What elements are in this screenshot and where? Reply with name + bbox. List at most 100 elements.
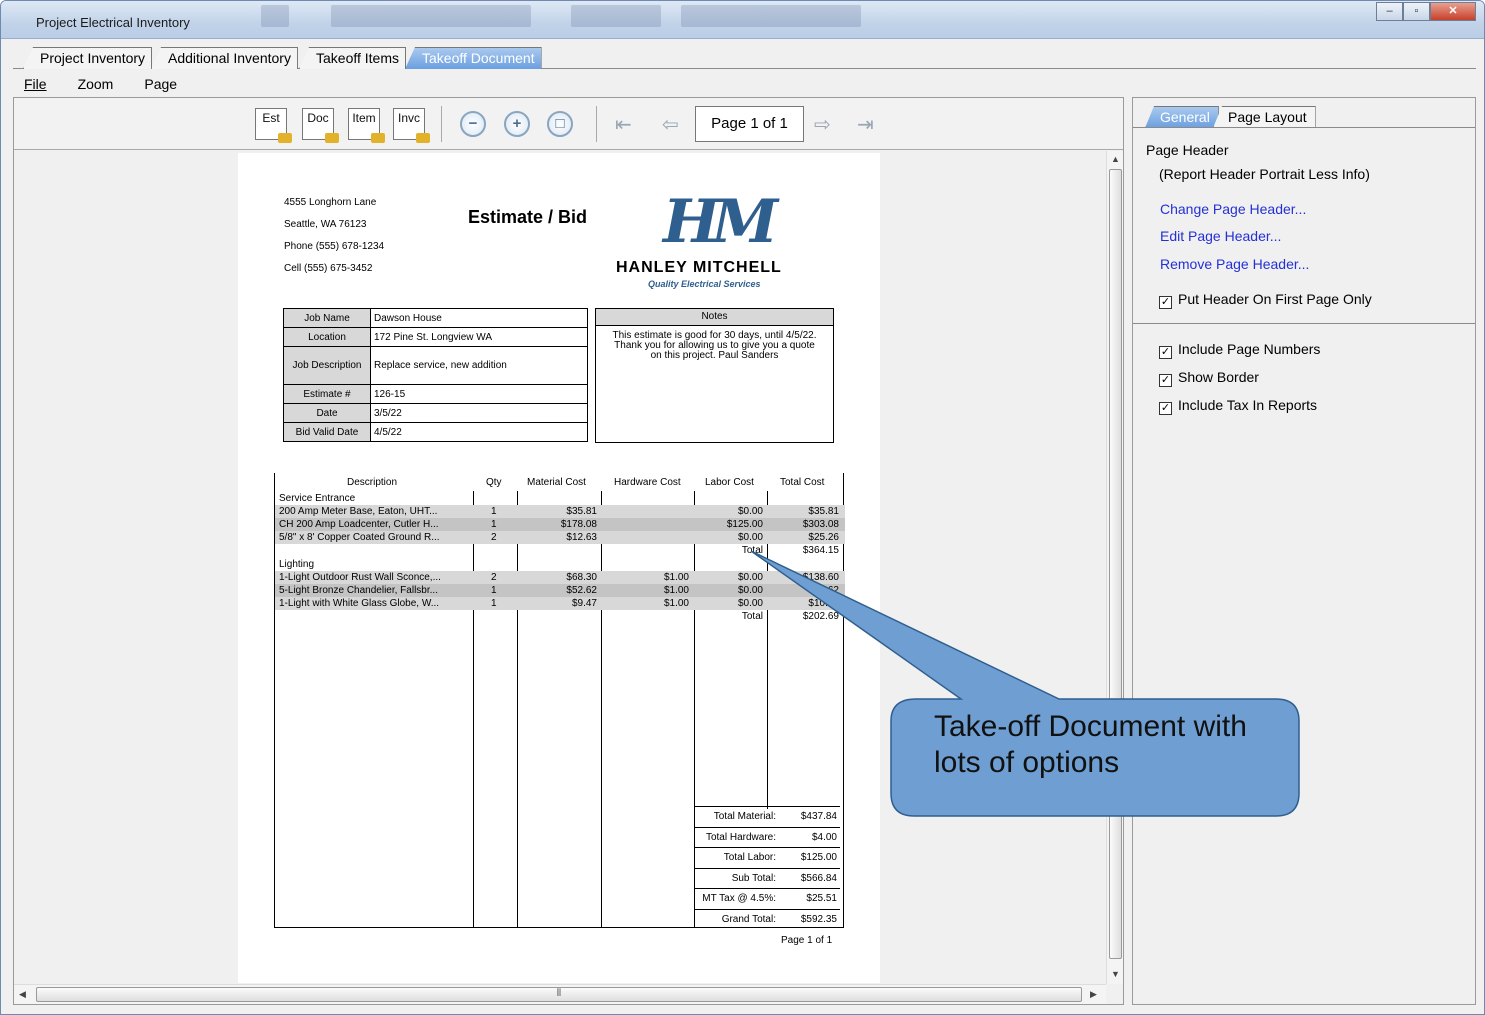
cell-qty: 1: [491, 519, 497, 530]
totals-row: Total Hardware: $4.00: [694, 826, 840, 848]
address-line: Phone (555) 678-1234: [284, 241, 385, 252]
vertical-scroll-thumb[interactable]: [1109, 169, 1122, 959]
minimize-icon[interactable]: –: [1376, 2, 1403, 21]
job-key: Estimate #: [283, 384, 371, 404]
divider: [1133, 127, 1475, 128]
cell-material: $52.62: [566, 585, 597, 596]
divider: [1133, 323, 1475, 324]
cell-total: $25.26: [808, 532, 839, 543]
cell-material: $12.63: [566, 532, 597, 543]
totals-value: $4.00: [811, 831, 837, 843]
cell-qty: 1: [491, 598, 497, 609]
cell-total: $35.81: [808, 506, 839, 517]
table-row: Job Description Replace service, new addi…: [283, 346, 588, 385]
totals-value: $566.84: [800, 872, 837, 884]
document-pane: Est Doc Item Invc − + □ ⇤ ⇦ Page 1 of 1 …: [13, 97, 1124, 1005]
checkbox-label: Show Border: [1178, 369, 1259, 385]
first-page-icon[interactable]: ⇤: [615, 112, 632, 137]
document-title: Estimate / Bid: [468, 207, 588, 227]
invoice-button[interactable]: Invc: [393, 108, 430, 143]
totals-value: $437.84: [800, 811, 837, 822]
cell-labor: $0.00: [737, 532, 763, 543]
show-border-checkbox[interactable]: ✓ Show Border: [1159, 369, 1259, 387]
item-button[interactable]: Item: [348, 108, 385, 143]
scroll-down-icon[interactable]: ▼: [1111, 969, 1120, 979]
header-first-page-checkbox[interactable]: ✓ Put Header On First Page Only: [1159, 291, 1372, 309]
totals-label: Total Material:: [713, 811, 776, 822]
section-total-row: Total $364.15: [275, 544, 845, 557]
cell-material: $68.30: [566, 572, 597, 583]
column-header: Labor Cost: [705, 477, 754, 488]
cell-description: CH 200 Amp Loadcenter, Cutler H...: [279, 519, 439, 530]
scroll-right-icon[interactable]: ▶: [1090, 989, 1097, 1000]
titlebar-decoration: [261, 5, 289, 27]
menu-file[interactable]: File: [13, 73, 47, 95]
horizontal-scroll-thumb[interactable]: ⦀: [36, 987, 1082, 1002]
zoom-out-icon[interactable]: −: [460, 111, 486, 137]
zoom-in-icon[interactable]: +: [504, 111, 530, 137]
change-page-header-link[interactable]: Change Page Header...: [1160, 201, 1306, 217]
maximize-icon[interactable]: ▫: [1403, 2, 1430, 21]
estimate-button[interactable]: Est: [255, 108, 292, 143]
next-page-icon[interactable]: ⇨: [814, 112, 831, 137]
zoom-fit-icon[interactable]: □: [547, 111, 573, 137]
remove-page-header-link[interactable]: Remove Page Header...: [1160, 256, 1309, 272]
cell-description: 1-Light with White Glass Globe, W...: [279, 598, 440, 609]
page-header-label: Page Header: [1146, 142, 1229, 158]
previous-page-icon[interactable]: ⇦: [662, 112, 679, 137]
totals-label: Total Hardware:: [705, 831, 776, 843]
tab-takeoff-document[interactable]: Takeoff Document: [405, 47, 542, 69]
checkbox-label: Put Header On First Page Only: [1178, 291, 1372, 307]
table-row: CH 200 Amp Loadcenter, Cutler H... 1 $17…: [275, 518, 845, 531]
tab-additional-inventory[interactable]: Additional Inventory: [151, 47, 298, 69]
cell-labor: $125.00: [726, 519, 763, 530]
column-header: Qty: [486, 477, 502, 488]
tab-general[interactable]: General: [1145, 106, 1219, 128]
preview-toolbar: Est Doc Item Invc − + □ ⇤ ⇦ Page 1 of 1 …: [14, 98, 1123, 150]
job-key: Date: [283, 403, 371, 423]
horizontal-scrollbar[interactable]: ◀ ⦀ ▶: [14, 984, 1106, 1004]
cell-qty: 1: [491, 506, 497, 517]
last-page-icon[interactable]: ⇥: [857, 112, 874, 137]
window-title: Project Electrical Inventory: [36, 15, 190, 30]
toolbar-separator: [441, 106, 442, 142]
close-icon[interactable]: ✕: [1430, 2, 1476, 21]
cell-hardware: $1.00: [663, 572, 689, 583]
scroll-up-icon[interactable]: ▲: [1111, 154, 1120, 164]
vertical-scrollbar[interactable]: ▲ ▼: [1106, 151, 1123, 984]
table-row: 1-Light with White Glass Globe, W... 1 $…: [275, 597, 845, 610]
totals-row: MT Tax @ 4.5%: $25.51: [694, 888, 840, 909]
totals-label: Grand Total:: [721, 913, 776, 925]
address-line: 4555 Longhorn Lane: [284, 197, 377, 208]
company-name: HANLEY MITCHELL: [616, 259, 782, 276]
table-row: Location 172 Pine St. Longview WA: [283, 327, 588, 347]
totals-label: Total Labor:: [723, 852, 776, 863]
section-label: Lighting: [279, 559, 315, 570]
cell-material: $9.47: [571, 598, 597, 609]
menu-zoom[interactable]: Zoom: [67, 73, 114, 95]
table-row: 5-Light Bronze Chandelier, Fallsbr... 1 …: [275, 584, 845, 597]
edit-page-header-link[interactable]: Edit Page Header...: [1160, 228, 1281, 244]
title-bar[interactable]: Project Electrical Inventory – ▫ ✕: [1, 1, 1484, 39]
totals-label: MT Tax @ 4.5%:: [702, 893, 776, 904]
options-pane: General Page Layout Page Header (Report …: [1132, 97, 1476, 1005]
tab-project-inventory[interactable]: Project Inventory: [23, 47, 153, 69]
callout-text: Take-off Document with lots of options: [934, 709, 1247, 781]
checkmark-icon: ✓: [1159, 402, 1172, 415]
cell-hardware: $1.00: [663, 598, 689, 609]
menu-page[interactable]: Page: [133, 73, 177, 95]
document-button[interactable]: Doc: [302, 108, 339, 143]
document-viewer[interactable]: 4555 Longhorn Lane Seattle, WA 76123 Pho…: [14, 151, 1106, 984]
tab-takeoff-items[interactable]: Takeoff Items: [299, 47, 407, 69]
include-tax-checkbox[interactable]: ✓ Include Tax In Reports: [1159, 397, 1317, 415]
job-value: Replace service, new addition: [370, 346, 588, 385]
table-row: Bid Valid Date 4/5/22: [283, 422, 588, 442]
scroll-left-icon[interactable]: ◀: [19, 989, 26, 1000]
notes-box: Notes This estimate is good for 30 days,…: [595, 308, 834, 443]
tab-page-layout[interactable]: Page Layout: [1213, 106, 1316, 128]
callout-line: lots of options: [934, 746, 1120, 779]
include-page-numbers-checkbox[interactable]: ✓ Include Page Numbers: [1159, 341, 1320, 359]
job-value: 172 Pine St. Longview WA: [370, 327, 588, 347]
checkmark-icon: ✓: [1159, 346, 1172, 359]
cell-material: $35.81: [566, 506, 597, 517]
